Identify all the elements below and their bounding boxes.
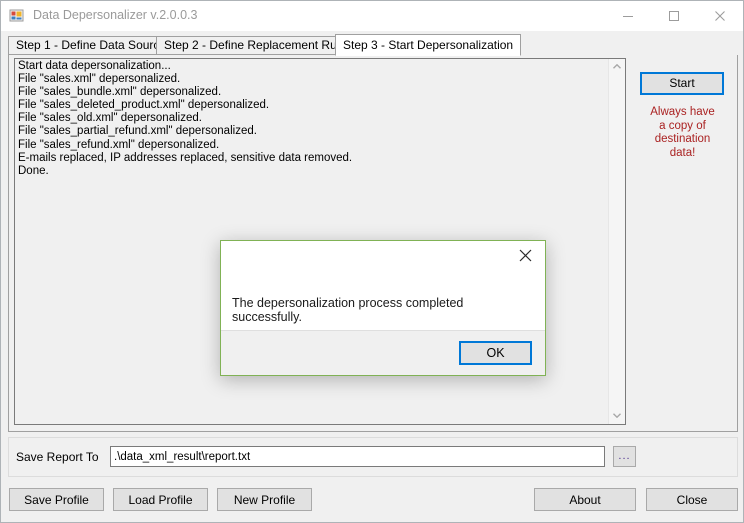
- application-window: Data Depersonalizer v.2.0.0.3 Step 1 - D…: [0, 0, 744, 523]
- about-button[interactable]: About: [534, 488, 636, 511]
- save-profile-button[interactable]: Save Profile: [9, 488, 104, 511]
- title-bar: Data Depersonalizer v.2.0.0.3: [1, 1, 743, 32]
- chevron-up-icon[interactable]: [609, 59, 625, 75]
- close-icon[interactable]: [697, 1, 743, 30]
- dialog-close-icon[interactable]: [506, 242, 544, 268]
- tab-step-1[interactable]: Step 1 - Define Data Source: [8, 36, 175, 55]
- side-panel: Start Always have a copy of destination …: [632, 58, 733, 425]
- browse-button[interactable]: ...: [613, 446, 636, 467]
- tab-strip: Step 1 - Define Data Source Step 2 - Def…: [8, 34, 738, 56]
- maximize-icon[interactable]: [651, 1, 697, 30]
- log-scrollbar[interactable]: [608, 59, 625, 424]
- start-button[interactable]: Start: [640, 72, 724, 95]
- save-report-input[interactable]: [110, 446, 605, 467]
- new-profile-button[interactable]: New Profile: [217, 488, 312, 511]
- warning-message: Always have a copy of destination data!: [650, 106, 715, 159]
- log-output-text: Start data depersonalization... File "sa…: [18, 60, 353, 177]
- save-report-label: Save Report To: [16, 450, 99, 464]
- window-title: Data Depersonalizer v.2.0.0.3: [33, 8, 198, 22]
- dialog-ok-button[interactable]: OK: [459, 341, 532, 365]
- app-window-icon: [9, 8, 25, 24]
- tab-step-3[interactable]: Step 3 - Start Depersonalization: [335, 34, 522, 56]
- dialog-message: The depersonalization process completed …: [232, 296, 464, 324]
- chevron-down-icon[interactable]: [609, 408, 625, 424]
- dialog-footer: OK: [221, 330, 545, 375]
- success-dialog: The depersonalization process completed …: [220, 240, 546, 376]
- load-profile-button[interactable]: Load Profile: [113, 488, 208, 511]
- tab-step-2[interactable]: Step 2 - Define Replacement Rules: [156, 36, 361, 55]
- save-report-group: Save Report To ...: [8, 437, 738, 477]
- close-button[interactable]: Close: [646, 488, 738, 511]
- minimize-icon[interactable]: [605, 1, 651, 30]
